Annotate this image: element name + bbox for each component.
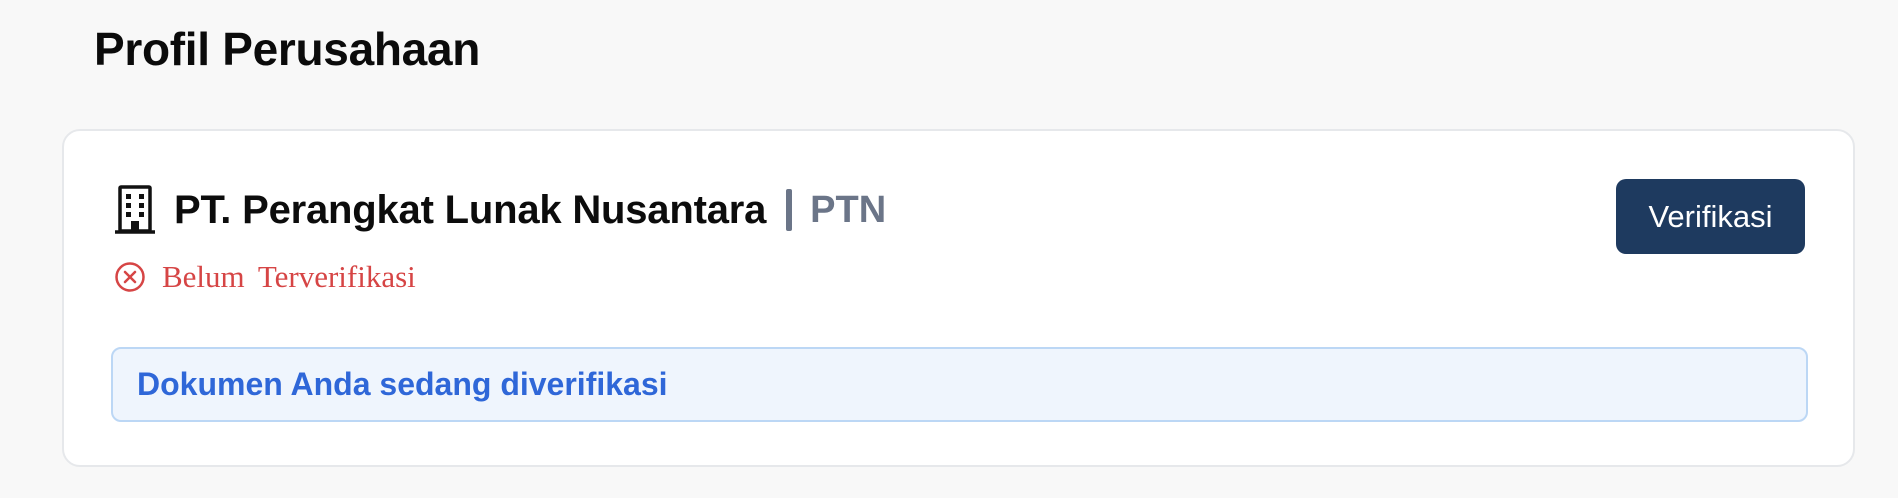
verification-status: Belum Terverifikasi: [114, 259, 416, 295]
verify-button[interactable]: Verifikasi: [1616, 179, 1805, 254]
info-banner: Dokumen Anda sedang diverifikasi: [111, 347, 1808, 422]
company-profile-card: PT. Perangkat Lunak Nusantara PTN Belum …: [62, 129, 1855, 467]
company-name: PT. Perangkat Lunak Nusantara: [174, 187, 767, 232]
company-header: PT. Perangkat Lunak Nusantara PTN: [114, 185, 886, 235]
status-text: Belum Terverifikasi: [162, 259, 416, 294]
company-code: PTN: [810, 188, 887, 231]
building-icon: [114, 185, 156, 235]
info-banner-text: Dokumen Anda sedang diverifikasi: [137, 366, 668, 402]
x-circle-icon: [114, 261, 146, 293]
name-code-separator: [786, 189, 793, 231]
page-title: Profil Perusahaan: [94, 23, 481, 75]
